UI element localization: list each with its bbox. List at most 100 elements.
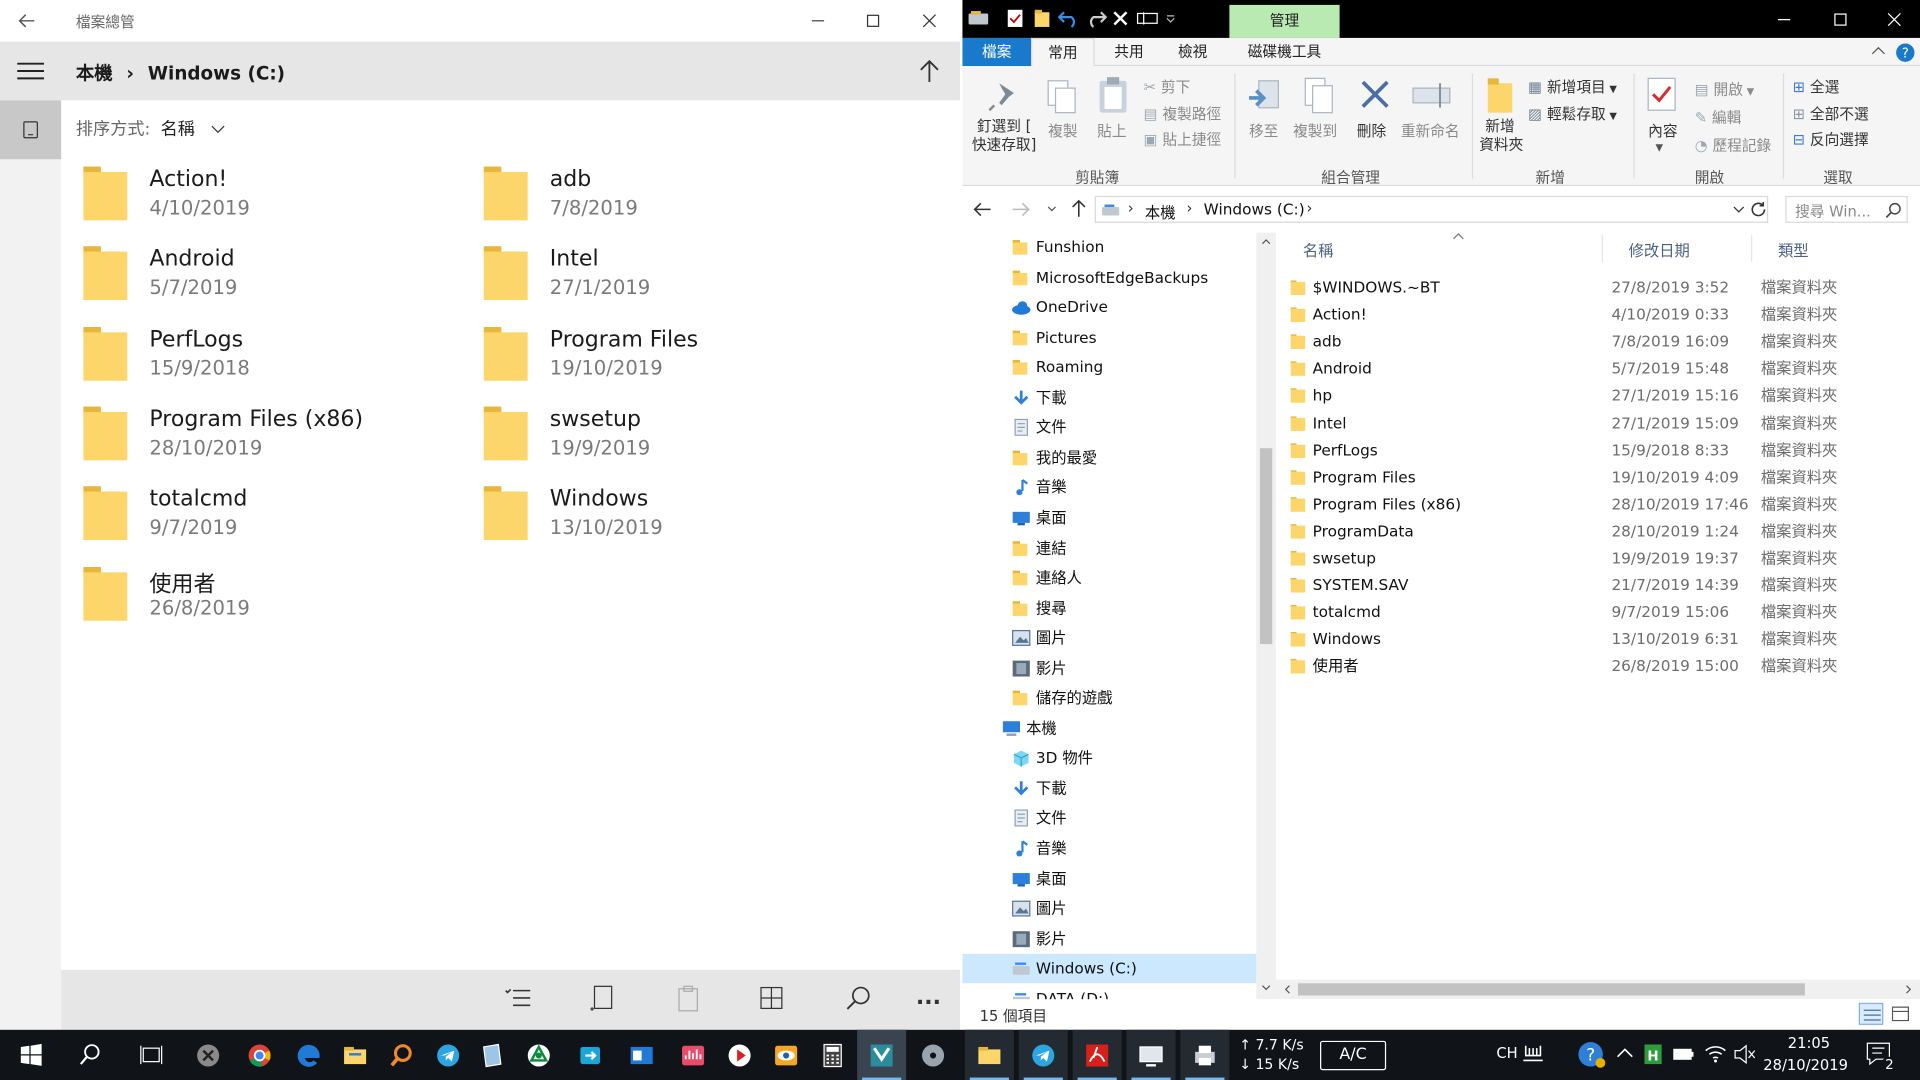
column-header-type[interactable]: 類型 (1778, 238, 1809, 261)
minimize-button[interactable] (790, 0, 846, 42)
redo-icon[interactable] (1085, 9, 1107, 29)
tree-item-music[interactable]: 音樂 (962, 473, 1256, 502)
taskbar-button-file-explorer[interactable] (331, 1030, 380, 1080)
tree-item-games-folder[interactable]: 儲存的遊戲 (962, 684, 1256, 713)
taskbar-button-outlook[interactable] (617, 1030, 666, 1080)
tree-item-search-folder[interactable]: 搜尋 (962, 593, 1256, 622)
new-folder-qat-icon[interactable] (1033, 9, 1050, 29)
select-none-button[interactable]: ⊞ 全部不選 (1793, 103, 1869, 124)
qat-customize-chevron-icon[interactable] (1166, 13, 1176, 23)
taskbar-button-chrome[interactable] (235, 1030, 284, 1080)
tree-item-desktop[interactable]: 桌面 (962, 864, 1256, 893)
select-list-icon[interactable] (504, 987, 531, 1011)
tree-item-link-folder[interactable]: 連結 (962, 533, 1256, 562)
taskbar-button-notepad[interactable] (468, 1030, 517, 1080)
battery-icon[interactable] (1673, 1047, 1695, 1062)
tree-item-music[interactable]: 音樂 (962, 834, 1256, 863)
file-row[interactable]: PerfLogs 15/9/2018 8:33 檔案資料夾 (1290, 437, 1900, 464)
search-box[interactable]: 搜尋 Win... (1785, 195, 1908, 223)
nav-up-icon[interactable] (1070, 198, 1087, 218)
file-row[interactable]: ProgramData 28/10/2019 1:24 檔案資料夾 (1290, 518, 1900, 545)
tree-item-videos[interactable]: 影片 (962, 654, 1256, 683)
select-all-button[interactable]: ⊞ 全選 (1793, 76, 1840, 97)
taskbar-button-acrobat[interactable] (1072, 1029, 1122, 1080)
properties-button[interactable]: 內容 (1648, 120, 1677, 141)
address-bar[interactable]: › 本機 › Windows (C:) › (1094, 195, 1769, 223)
tree-item-pictures[interactable]: 圖片 (962, 623, 1256, 652)
invert-selection-button[interactable]: ⊟ 反向選擇 (1793, 129, 1869, 150)
search-icon[interactable] (1885, 202, 1902, 219)
file-row[interactable]: Windows 13/10/2019 6:31 檔案資料夾 (1290, 626, 1900, 653)
folder-tile[interactable]: Program Files (x86) 28/10/2019 (83, 406, 475, 477)
file-row[interactable]: Android 5/7/2019 15:48 檔案資料夾 (1290, 355, 1900, 382)
tree-item-download[interactable]: 下載 (962, 383, 1256, 412)
tree-item-star-folder[interactable]: 我的最愛 (962, 443, 1256, 472)
explorer-minimize-button[interactable] (1756, 0, 1812, 38)
tree-item-pc[interactable]: 本機 (962, 714, 1256, 743)
taskbar-button-monitor-app[interactable] (1126, 1029, 1176, 1080)
properties-qat-icon[interactable] (1007, 9, 1024, 29)
navigation-scroll-thumb[interactable] (1260, 448, 1273, 645)
file-row[interactable]: swsetup 19/9/2019 19:37 檔案資料夾 (1290, 545, 1900, 572)
folder-tile[interactable]: Program Files 19/10/2019 (483, 326, 876, 397)
taskbar-button-start[interactable] (7, 1030, 56, 1080)
details-view-button[interactable] (1858, 1002, 1884, 1025)
file-row[interactable]: $WINDOWS.~BT 27/8/2019 3:52 檔案資料夾 (1290, 274, 1900, 301)
grid-view-icon[interactable] (759, 986, 783, 1010)
file-row[interactable]: 使用者 26/8/2019 15:00 檔案資料夾 (1290, 653, 1900, 680)
taskbar-button-disc-app[interactable] (909, 1030, 958, 1080)
scroll-down-chevron-icon[interactable] (1261, 984, 1271, 991)
tree-item-contacts-folder[interactable]: 連絡人 (962, 563, 1256, 592)
scroll-up-chevron-icon[interactable] (1261, 238, 1271, 245)
folder-tile[interactable]: Intel 27/1/2019 (483, 246, 876, 317)
folder-tile[interactable]: Android 5/7/2019 (83, 246, 475, 317)
file-row[interactable]: Program Files (x86) 28/10/2019 17:46 檔案資料夾 (1290, 491, 1900, 518)
column-divider[interactable] (1601, 235, 1603, 263)
new-item-button[interactable]: ▦ 新增項目 ▼ (1528, 76, 1617, 97)
tree-item-folder[interactable]: MicrosoftEdgeBackups (962, 263, 1256, 292)
file-row[interactable]: SYSTEM.SAV 21/7/2019 14:39 檔案資料夾 (1290, 572, 1900, 599)
taskbar-button-active-app[interactable] (857, 1029, 907, 1080)
taskbar-button-close-circle-app[interactable] (184, 1030, 233, 1080)
taskbar-button-task-view[interactable] (127, 1030, 176, 1080)
tab-home[interactable]: 常用 (1031, 37, 1095, 67)
hardware-monitor-icon[interactable]: H (1643, 1043, 1663, 1065)
new-item-icon[interactable] (590, 984, 614, 1013)
folder-tile[interactable]: adb 7/8/2019 (483, 166, 876, 238)
tree-item-folder[interactable]: Roaming (962, 353, 1256, 382)
navigation-scrollbar[interactable] (1256, 232, 1276, 1005)
input-language[interactable]: CH (1496, 1044, 1517, 1061)
address-dropdown-chevron-icon[interactable] (1733, 206, 1745, 215)
tree-item-folder[interactable]: Funshion (962, 233, 1256, 262)
tab-drive-tools[interactable]: 磁碟機工具 (1229, 38, 1339, 66)
nav-back-icon[interactable] (972, 201, 992, 218)
clock-date[interactable]: 28/10/2019 (1763, 1057, 1848, 1074)
address-crumb-pc[interactable]: 本機 (1145, 200, 1176, 223)
close-button[interactable] (901, 0, 957, 42)
taskbar-button-telegram[interactable] (424, 1030, 473, 1080)
tree-item-download[interactable]: 下載 (962, 774, 1256, 803)
rail-item-this-pc[interactable] (0, 100, 62, 160)
rename-qat-icon[interactable] (1136, 11, 1158, 26)
scroll-left-chevron-icon[interactable] (1283, 984, 1290, 994)
undo-icon[interactable] (1057, 9, 1080, 29)
folder-tile[interactable]: Windows 13/10/2019 (483, 486, 876, 557)
file-row[interactable]: adb 7/8/2019 16:09 檔案資料夾 (1290, 328, 1900, 355)
easy-access-button[interactable]: ▨ 輕鬆存取 ▼ (1528, 103, 1617, 124)
tree-item-pictures[interactable]: 圖片 (962, 894, 1256, 923)
clock-time[interactable]: 21:05 (1788, 1035, 1830, 1052)
tree-item-drive[interactable]: Windows (C:) (962, 954, 1257, 984)
refresh-icon[interactable] (1750, 201, 1767, 218)
large-icons-view-button[interactable] (1888, 1003, 1912, 1025)
delete-button[interactable]: 刪除 (1357, 120, 1386, 141)
delete-qat-icon[interactable] (1112, 10, 1129, 27)
up-arrow-icon[interactable] (918, 59, 940, 83)
show-hidden-icons-chevron-icon[interactable] (1616, 1047, 1633, 1059)
recent-locations-chevron-icon[interactable] (1047, 206, 1057, 213)
address-crumb-drive[interactable]: Windows (C:) (1204, 200, 1305, 218)
maximize-button[interactable] (845, 0, 901, 42)
taskbar-button-media-eye[interactable] (762, 1030, 811, 1080)
tree-item-document[interactable]: 文件 (962, 804, 1256, 833)
tree-item-desktop[interactable]: 桌面 (962, 503, 1256, 532)
back-arrow-icon[interactable] (17, 11, 37, 31)
